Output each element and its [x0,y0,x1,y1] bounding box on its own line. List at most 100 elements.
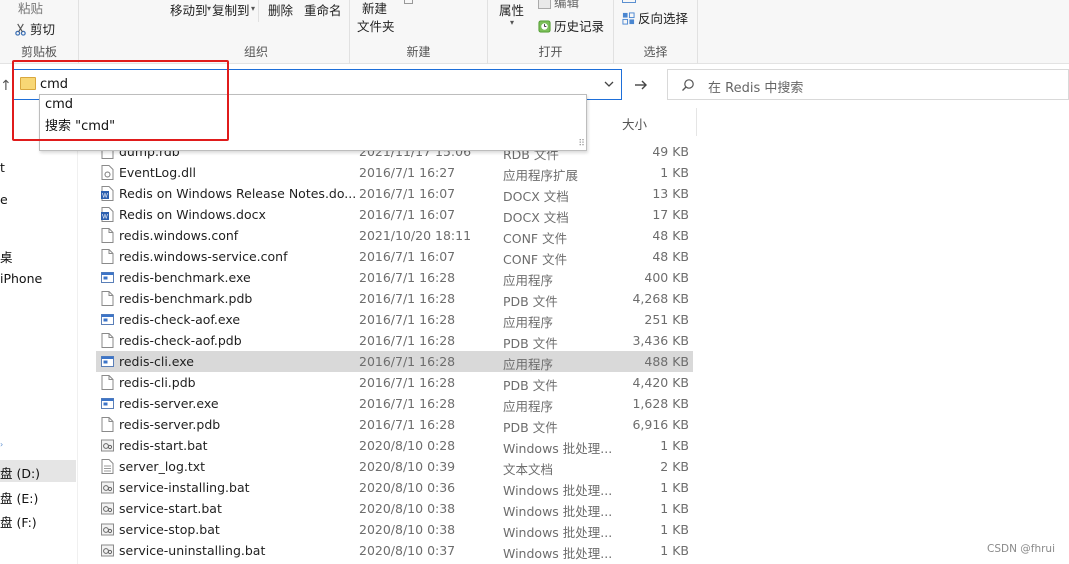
up-arrow-icon[interactable]: ↑ [0,78,12,94]
bat-icon [101,522,114,537]
file-row[interactable]: server_log.txt 2020/8/10 0:39 文本文档 2 KB [96,456,693,477]
file-size: 17 KB [652,207,689,222]
file-row[interactable]: redis.windows.conf 2021/10/20 18:11 CONF 文… [96,225,693,246]
delete-button[interactable]: 删除 [268,0,293,19]
file-icon [101,291,114,306]
invert-selection-button[interactable]: 反向选择 [622,8,688,27]
new-group-label: 新建 [406,45,431,59]
file-row[interactable]: W Redis on Windows Release Notes.do... 201… [96,183,693,204]
go-button[interactable] [628,70,654,100]
file-type: 应用程序 [503,357,554,372]
file-type: Windows 批处理... [503,546,613,561]
file-date: 2020/8/10 0:36 [359,480,456,495]
file-date: 2020/8/10 0:37 [359,543,456,558]
navigation-pane: t e 桌 iPhone › 盘 (D:) 盘 (E:) 盘 (F:) [0,105,78,564]
file-type: 应用程序 [503,399,554,414]
autocomplete-item-search[interactable]: 搜索 "cmd" [45,115,115,134]
svg-text:W: W [102,194,108,200]
file-row[interactable]: redis-server.exe 2016/7/1 16:28 应用程序 1,628 … [96,393,693,414]
nav-item[interactable]: e [0,192,8,207]
file-date: 2016/7/1 16:28 [359,396,456,411]
expand-icon[interactable]: › [0,440,3,449]
file-date: 2016/7/1 16:07 [359,186,456,201]
resize-grip-icon[interactable]: ⠿ [578,139,585,149]
file-row[interactable]: service-stop.bat 2020/8/10 0:38 Windows 批处… [96,519,693,540]
rename-button[interactable]: 重命名 [304,0,342,19]
file-type: CONF 文件 [503,252,568,267]
new-item-icon[interactable] [404,0,413,4]
select-none-icon[interactable] [622,0,636,3]
file-date: 2020/8/10 0:28 [359,438,456,453]
nav-item-drive-f[interactable]: 盘 (F:) [0,512,37,531]
history-label: 历史记录 [554,19,605,34]
file-row[interactable]: redis-start.bat 2020/8/10 0:28 Windows 批处理… [96,435,693,456]
file-row[interactable]: EventLog.dll 2016/7/1 16:27 应用程序扩展 1 KB [96,162,693,183]
nav-item[interactable]: t [0,160,5,175]
invert-selection-icon [622,12,635,25]
scissors-icon [15,23,26,36]
nav-item-drive-e[interactable]: 盘 (E:) [0,488,38,507]
file-date: 2016/7/1 16:28 [359,375,456,390]
history-icon [538,20,551,33]
file-type: 应用程序 [503,315,554,330]
file-row[interactable]: redis-cli.pdb 2016/7/1 16:28 PDB 文件 4,420 K… [96,372,693,393]
file-date: 2020/8/10 0:39 [359,459,456,474]
invert-selection-label: 反向选择 [638,11,689,26]
properties-button[interactable]: 属性 [499,0,524,19]
file-row[interactable]: redis-server.pdb 2016/7/1 16:28 PDB 文件 6,91… [96,414,693,435]
file-name: service-installing.bat [119,480,250,495]
copy-to-button[interactable]: 复制到 [212,0,250,19]
open-group-label: 打开 [538,45,563,59]
autocomplete-dropdown: cmd 搜索 "cmd" ⠿ [39,94,587,151]
paste-button[interactable]: 粘贴 [18,0,43,17]
word-icon: W [101,186,114,201]
chevron-down-icon: ▾ [251,4,256,13]
file-size: 13 KB [652,186,689,201]
nav-item-desktop[interactable]: 桌 [0,247,13,266]
file-size: 2 KB [660,459,689,474]
file-name: EventLog.dll [119,165,196,180]
new-folder-button-line1[interactable]: 新建 [362,0,387,17]
file-row[interactable]: redis-check-aof.pdb 2016/7/1 16:28 PDB 文件 3… [96,330,693,351]
file-row[interactable]: W Redis on Windows.docx 2016/7/1 16:07 DOCX… [96,204,693,225]
file-name: redis-server.exe [119,396,219,411]
file-name: Redis on Windows Release Notes.do... [119,186,357,201]
file-name: redis-server.pdb [119,417,221,432]
file-row[interactable]: redis.windows-service.conf 2016/7/1 16:07… [96,246,693,267]
nav-item-drive-d[interactable]: 盘 (D:) [0,460,76,482]
file-size: 3,436 KB [632,333,689,348]
column-divider[interactable] [696,108,697,136]
file-size: 251 KB [644,312,689,327]
file-type: 文本文档 [503,462,554,477]
new-folder-button-line2[interactable]: 文件夹 [357,16,395,35]
column-header-size[interactable]: 大小 [622,114,647,133]
file-row[interactable]: redis-benchmark.exe 2016/7/1 16:28 应用程序 400… [96,267,693,288]
nav-item-iphone[interactable]: iPhone [0,271,42,286]
edit-button[interactable]: 编辑 [538,0,579,11]
file-row[interactable]: redis-benchmark.pdb 2016/7/1 16:28 PDB 文件 4… [96,288,693,309]
file-name: server_log.txt [119,459,206,474]
file-row[interactable]: service-start.bat 2020/8/10 0:38 Windows 批… [96,498,693,519]
chevron-down-icon[interactable] [603,78,615,90]
exe-icon [101,312,114,327]
file-icon [101,228,114,243]
search-placeholder[interactable]: 在 Redis 中搜索 [708,77,803,96]
file-date: 2020/8/10 0:38 [359,522,456,537]
file-size: 48 KB [652,228,689,243]
file-row[interactable]: service-installing.bat 2020/8/10 0:36 Wind… [96,477,693,498]
file-icon [101,333,114,348]
file-row[interactable]: redis-check-aof.exe 2016/7/1 16:28 应用程序 251… [96,309,693,330]
file-row[interactable]: redis-cli.exe 2016/7/1 16:28 应用程序 488 KB [96,351,693,372]
search-box[interactable]: 在 Redis 中搜索 [667,69,1069,100]
file-size: 48 KB [652,249,689,264]
autocomplete-item-cmd[interactable]: cmd [45,97,73,112]
svg-text:W: W [102,215,108,221]
file-row[interactable]: service-uninstalling.bat 2020/8/10 0:37 Wi… [96,540,693,561]
address-input[interactable]: cmd [40,77,68,92]
exe-icon [101,396,114,411]
divider [258,0,259,22]
cut-button[interactable]: 剪切 [14,19,55,38]
file-date: 2016/7/1 16:07 [359,207,456,222]
history-button[interactable]: 历史记录 [538,16,604,35]
move-to-button[interactable]: 移动到 [170,0,208,19]
